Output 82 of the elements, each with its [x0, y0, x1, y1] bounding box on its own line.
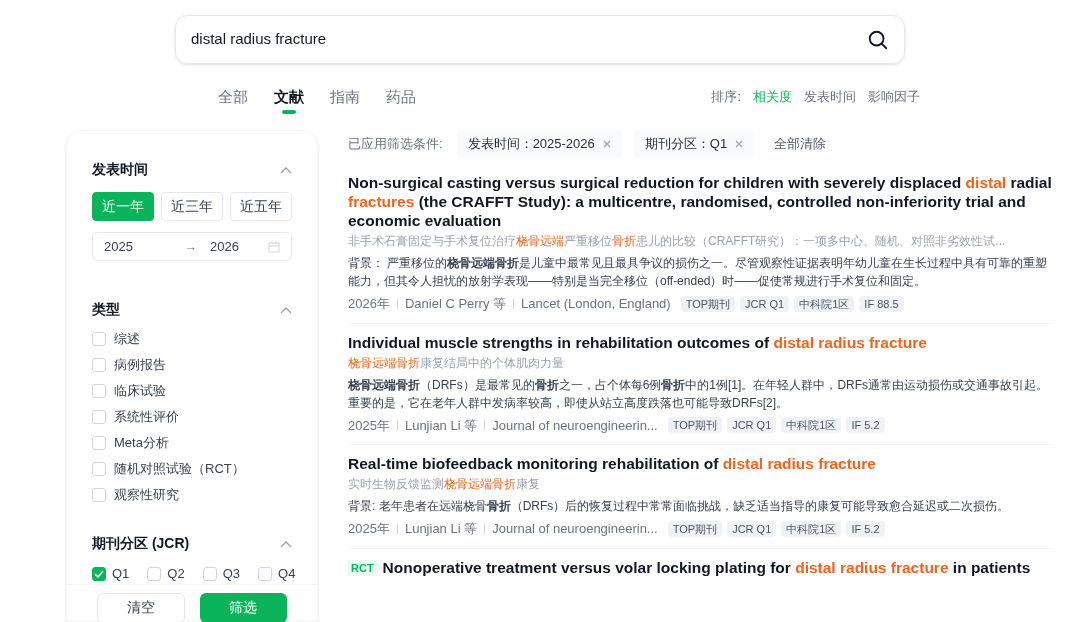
article-subtitle: 桡骨远端骨折康复结局中的个体肌肉力量 [348, 354, 565, 372]
journal-tag: TOP期刊 [667, 417, 723, 434]
search-field[interactable]: distal radius fracture [175, 15, 905, 64]
article-meta: 2025年 [348, 416, 390, 435]
journal-tag: IF 88.5 [859, 295, 904, 312]
checkbox[interactable] [92, 331, 106, 346]
article-title[interactable]: Nonoperative treatment versus volar locking plating for distal radius fracture in patients [382, 557, 1031, 577]
checkbox-label: 系统性评价 [114, 407, 179, 426]
tab[interactable]: 全部 [218, 80, 248, 114]
tab[interactable]: 文献 [274, 80, 304, 114]
journal-tag: IF 5.2 [846, 417, 885, 434]
close-icon[interactable] [735, 140, 744, 148]
journal-tag: 中科院1区 [781, 417, 842, 434]
article-meta: Daniel C Perry 等 [404, 295, 507, 313]
journal-tag: TOP期刊 [680, 295, 736, 312]
article-abstract: 桡骨远端骨折（DRFs）是最常见的骨折之一，占个体每6例骨折中的1例[1]。在年轻人群中，DRFs通常由运动损伤或交通事故引起。重要的是，它在老年人群中发病率较高，即使从站立高度跌落也可能导致DRFs[2]。 [348, 376, 1050, 412]
article-title[interactable]: Non-surgical casting versus surgical reduction for children with severely displaced distal radial fractures (the CRAFFT Study): a multicentre, randomised, controlled non-inferiority trial and economic evaluation [348, 173, 1055, 230]
checkbox-label: Q1 [112, 565, 130, 583]
checkbox-label: 综述 [114, 329, 140, 348]
checkbox[interactable] [147, 566, 162, 581]
article-meta: 2025年 [348, 520, 390, 538]
checkbox-label: Meta分析 [114, 433, 169, 452]
clear-button[interactable]: 清空 [97, 592, 185, 622]
preset-button[interactable]: 近三年 [161, 192, 223, 221]
search-input[interactable]: distal radius fracture [191, 28, 867, 51]
date-range-field[interactable]: 2025 → 2026 [92, 232, 292, 261]
journal-tag: 中科院1区 [794, 295, 855, 312]
checkbox[interactable] [92, 487, 106, 502]
filter-chip[interactable]: 发表时间：2025-2026 [456, 130, 622, 158]
article-title[interactable]: Real-time biofeedback monitoring rehabilitation of distal radius fracture [348, 454, 876, 473]
article-meta: Lancet (London, England) [521, 295, 671, 313]
range-arrow: → [184, 237, 198, 256]
journal-tag: JCR Q1 [727, 417, 777, 434]
chevron-icon[interactable] [280, 539, 292, 548]
filter-chip[interactable]: 期刊分区：Q1 [633, 130, 755, 158]
calendar-icon[interactable] [268, 240, 280, 253]
section-title: 类型 [92, 300, 120, 319]
journal-tag: TOP期刊 [667, 520, 723, 537]
article-abstract: 背景: 老年患者在远端桡骨骨折（DRFs）后的恢复过程中常常面临挑战，缺乏适当指导的康复可能导致愈合延迟或二次损伤。 [348, 498, 1011, 515]
journal-tag: IF 5.2 [846, 520, 885, 537]
checkbox[interactable] [92, 566, 106, 581]
article-meta: 2026年 [348, 295, 390, 313]
filters-label: 已应用筛选条件: [348, 135, 443, 154]
checkbox[interactable] [258, 566, 273, 581]
article-title[interactable]: Individual muscle strengths in rehabilitation outcomes of distal radius fracture [348, 332, 927, 352]
checkbox[interactable] [92, 357, 106, 372]
rct-badge: RCT [348, 559, 377, 576]
journal-tag: JCR Q1 [740, 295, 790, 312]
clear-all-link[interactable]: 全部清除 [774, 134, 827, 154]
article-meta: Lunjian Li 等 [404, 520, 478, 538]
sort-label: 排序: [711, 88, 741, 107]
checkbox[interactable] [92, 461, 106, 476]
checkbox-label: 临床试验 [114, 381, 166, 400]
checkbox[interactable] [92, 383, 106, 398]
checkbox[interactable] [202, 566, 217, 581]
article-abstract: 背景： 严重移位的桡骨远端骨折是儿童中最常见且最具争议的损伤之一。尽管观察性证据表明年幼儿童在生长过程中具有可靠的重塑能力，但其令人担忧的放射学表现——特别是当完全移位（off-ended）时——促使常规进行手术复位和固定。 [348, 255, 1049, 290]
checkbox-label: Q4 [278, 565, 296, 583]
checkbox-label: 随机对照试验（RCT） [114, 459, 245, 478]
article-meta: Journal of neuroengineerin... [492, 520, 658, 538]
sort-option[interactable]: 影响因子 [868, 87, 920, 107]
section-title: 发表时间 [92, 160, 148, 179]
search-icon[interactable] [867, 28, 889, 51]
chevron-icon[interactable] [280, 165, 292, 174]
tab[interactable]: 指南 [330, 80, 360, 114]
tab[interactable]: 药品 [386, 80, 416, 114]
article-subtitle: 非手术石膏固定与手术复位治疗桡骨远端严重移位骨折患儿的比较（CRAFFT研究）：一项多中心、随机、对照非劣效性试... [348, 233, 1007, 250]
preset-button[interactable]: 近五年 [230, 192, 292, 221]
section-title: 期刊分区 (JCR) [92, 534, 190, 553]
article-meta: Journal of neuroengineerin... [492, 416, 658, 435]
article-meta: Lunjian Li 等 [404, 416, 478, 435]
checkbox-label: 病例报告 [114, 355, 166, 374]
close-icon[interactable] [602, 140, 611, 148]
article-subtitle: 实时生物反馈监测桡骨远端骨折康复 [348, 476, 541, 493]
sort-option[interactable]: 发表时间 [804, 87, 856, 107]
checkbox-label: 观察性研究 [114, 485, 179, 504]
journal-tag: JCR Q1 [727, 520, 777, 537]
checkbox-label: Q3 [222, 565, 241, 583]
checkbox[interactable] [92, 409, 106, 424]
checkbox[interactable] [92, 435, 106, 450]
chevron-icon[interactable] [280, 305, 292, 314]
journal-tag: 中科院1区 [781, 520, 842, 537]
checkbox-label: Q2 [167, 565, 185, 583]
